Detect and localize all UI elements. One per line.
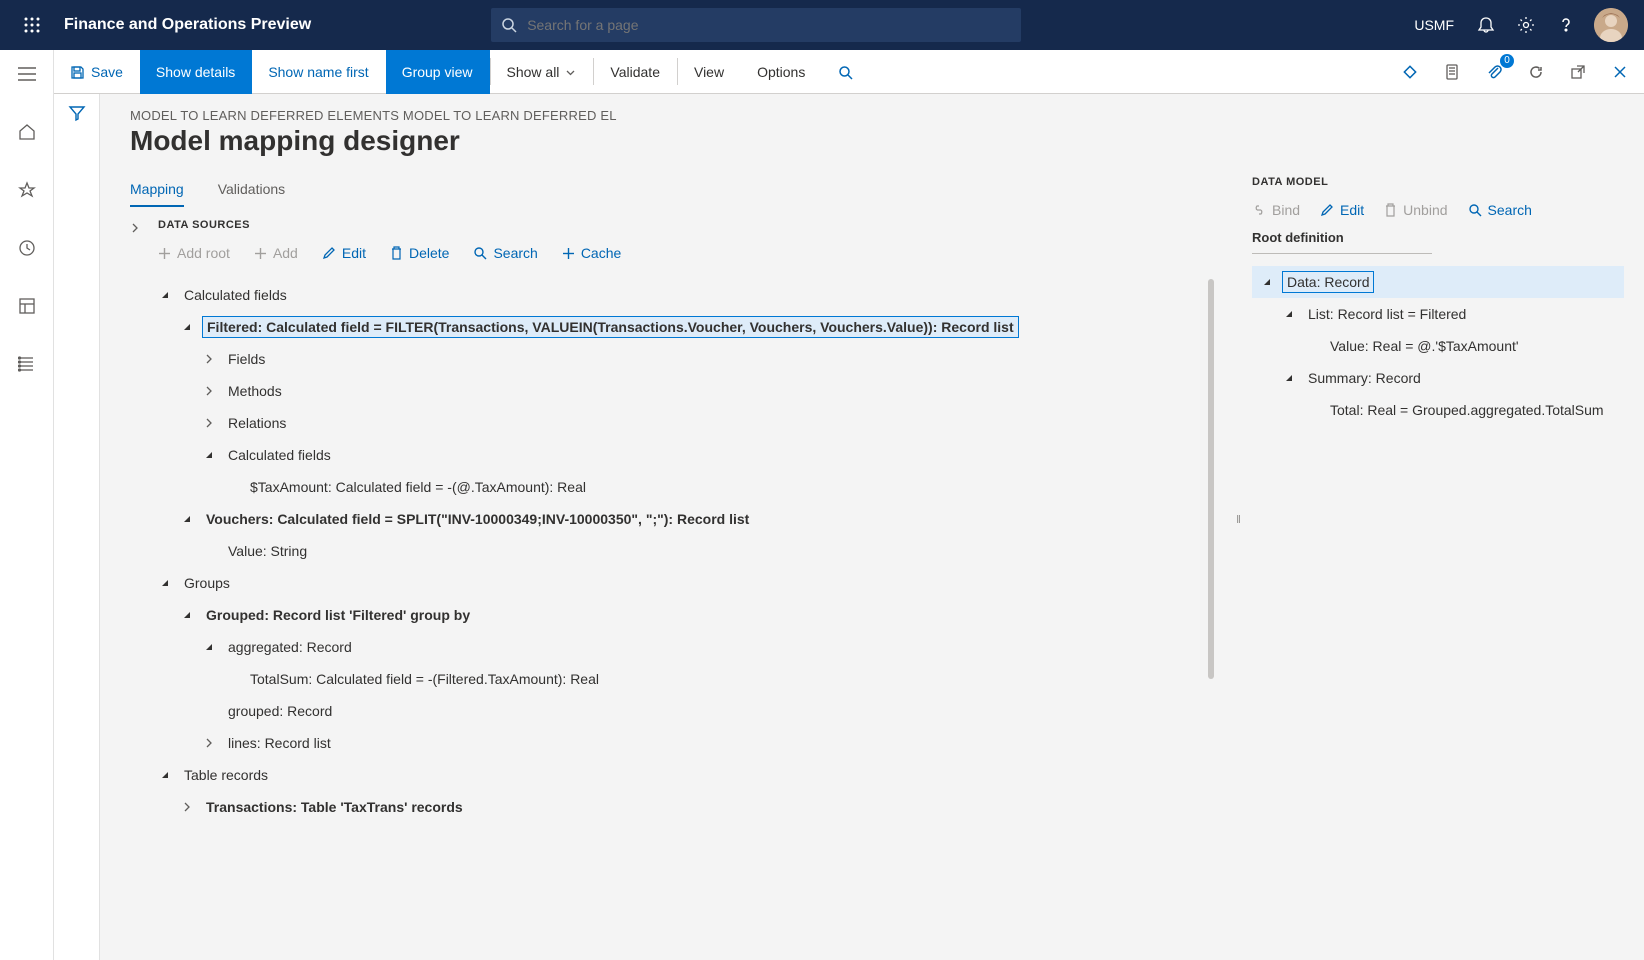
dm-node[interactable]: List: Record list = Filtered [1252,298,1624,330]
dm-node[interactable]: Summary: Record [1252,362,1624,394]
trash-icon [1384,203,1397,217]
page-title: Model mapping designer [130,125,1214,157]
show-all-dropdown[interactable]: Show all [491,50,594,94]
save-button[interactable]: Save [54,50,140,94]
tree-node[interactable]: Value: String [158,535,1214,567]
tree-node[interactable]: $TaxAmount: Calculated field = -(@.TaxAm… [158,471,1214,503]
refresh-icon[interactable] [1520,56,1552,88]
tree-node[interactable]: Calculated fields [158,439,1214,471]
tree-node[interactable]: TotalSum: Calculated field = -(Filtered.… [158,663,1214,695]
personalize-icon[interactable] [1394,56,1426,88]
search-icon [1468,203,1482,217]
tree-node[interactable]: Transactions: Table 'TaxTrans' records [158,791,1214,823]
divider [1252,253,1432,254]
filter-icon[interactable] [68,104,86,960]
close-icon[interactable] [1604,56,1636,88]
tab-validations[interactable]: Validations [218,181,285,207]
link-icon [1252,204,1266,216]
group-view-button[interactable]: Group view [386,50,490,94]
validate-button[interactable]: Validate [594,50,677,94]
tree-node[interactable]: Vouchers: Calculated field = SPLIT("INV-… [158,503,1214,535]
tree-node[interactable]: lines: Record list [158,727,1214,759]
nav-workspaces-icon[interactable] [3,288,51,324]
user-avatar[interactable] [1594,8,1628,42]
app-title: Finance and Operations Preview [64,16,311,34]
search-icon [501,17,517,33]
nav-recent-icon[interactable] [3,230,51,266]
nav-toggle-icon[interactable] [3,56,51,92]
edit-button-dm[interactable]: Edit [1320,202,1364,218]
page-options-icon[interactable] [1436,56,1468,88]
attachments-badge: 0 [1500,54,1514,68]
search-button[interactable]: Search [473,245,537,261]
dm-node[interactable]: Value: Real = @.'$TaxAmount' [1252,330,1624,362]
dm-node-data[interactable]: Data: Record [1252,266,1624,298]
tree-node[interactable]: Relations [158,407,1214,439]
tree-node[interactable]: Methods [158,375,1214,407]
tree-scrollbar[interactable] [1208,279,1214,679]
tree-node[interactable]: grouped: Record [158,695,1214,727]
view-button[interactable]: View [678,50,741,94]
delete-button[interactable]: Delete [390,245,449,261]
attachments-icon[interactable]: 0 [1478,56,1510,88]
plus-icon [158,247,171,260]
breadcrumb: MODEL TO LEARN DEFERRED ELEMENTS MODEL T… [130,108,1214,123]
tree-node[interactable]: Calculated fields [158,279,1214,311]
help-icon[interactable] [1546,1,1586,49]
save-label: Save [91,64,123,80]
collapse-panel-icon[interactable] [130,223,158,233]
column-splitter[interactable]: ‖ [1234,94,1244,960]
nav-modules-icon[interactable] [3,346,51,382]
edit-button[interactable]: Edit [322,245,366,261]
global-search[interactable] [491,8,1021,42]
cache-button[interactable]: Cache [562,245,621,261]
bind-button[interactable]: Bind [1252,202,1300,218]
options-button[interactable]: Options [741,50,822,94]
tree-node-filtered[interactable]: Filtered: Calculated field = FILTER(Tran… [158,311,1214,343]
global-search-input[interactable] [527,17,1011,33]
chevron-down-icon [565,67,576,78]
tab-mapping[interactable]: Mapping [130,181,184,207]
search-icon [473,246,487,260]
tree-node[interactable]: Grouped: Record list 'Filtered' group by [158,599,1214,631]
tree-node[interactable]: aggregated: Record [158,631,1214,663]
root-definition-label: Root definition [1252,230,1624,245]
tree-node[interactable]: Groups [158,567,1214,599]
toolbar-search-icon[interactable] [822,50,870,94]
plus-icon [254,247,267,260]
tree-node[interactable]: Table records [158,759,1214,791]
pencil-icon [1320,203,1334,217]
nav-home-icon[interactable] [3,114,51,150]
tree-node[interactable]: Fields [158,343,1214,375]
nav-favorites-icon[interactable] [3,172,51,208]
show-details-button[interactable]: Show details [140,50,252,94]
data-sources-header: DATA SOURCES [158,219,1214,231]
add-button[interactable]: Add [254,245,298,261]
save-icon [70,65,85,80]
search-button-dm[interactable]: Search [1468,202,1532,218]
dm-node[interactable]: Total: Real = Grouped.aggregated.TotalSu… [1252,394,1624,426]
app-launcher-icon[interactable] [8,1,56,49]
trash-icon [390,246,403,260]
data-model-header: DATA MODEL [1252,176,1624,188]
unbind-button[interactable]: Unbind [1384,202,1447,218]
settings-icon[interactable] [1506,1,1546,49]
plus-icon [562,247,575,260]
company-selector[interactable]: USMF [1414,17,1454,33]
show-name-first-button[interactable]: Show name first [252,50,385,94]
popout-icon[interactable] [1562,56,1594,88]
add-root-button[interactable]: Add root [158,245,230,261]
pencil-icon [322,246,336,260]
notifications-icon[interactable] [1466,1,1506,49]
